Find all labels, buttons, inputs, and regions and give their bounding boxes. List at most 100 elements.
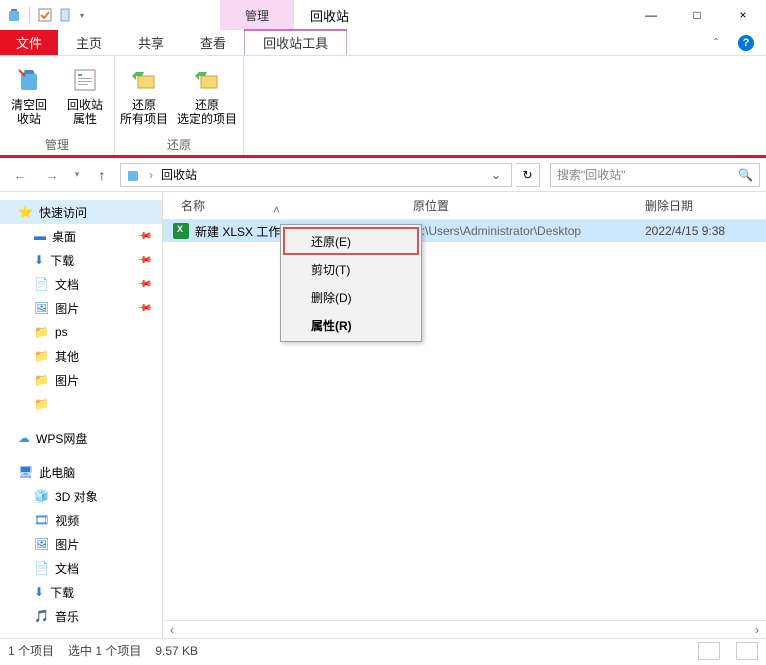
sidebar-item-pictures[interactable]: 🖼 图片 📌 — [0, 296, 162, 320]
sidebar-item-3d[interactable]: 🧊3D 对象 — [0, 484, 162, 508]
search-box[interactable]: 搜索"回收站" 🔍 — [550, 163, 760, 187]
recycle-bin-icon[interactable] — [5, 6, 23, 24]
folder-icon: 📁 — [34, 349, 49, 363]
search-icon[interactable]: 🔍 — [738, 168, 753, 182]
sidebar-item-music[interactable]: 🎵音乐 — [0, 604, 162, 628]
restore-selected-button[interactable]: 还原 选定的项目 — [177, 60, 237, 134]
sidebar-item-documents2[interactable]: 📄文档 — [0, 556, 162, 580]
contextual-tab-header: 管理 — [220, 0, 294, 30]
scroll-left-icon[interactable]: ‹ — [163, 623, 181, 637]
title-bar: ▾ 管理 回收站 — □ × — [0, 0, 766, 30]
properties-icon — [69, 64, 101, 96]
file-name: 新建 XLSX 工作表 — [195, 223, 292, 240]
address-dropdown-icon[interactable]: ⌄ — [485, 168, 507, 182]
picture-icon: 🖼 — [34, 301, 49, 315]
sidebar-item-downloads2[interactable]: ⬇下载 — [0, 580, 162, 604]
ribbon-collapse-icon[interactable]: ˆ — [706, 30, 726, 55]
forward-button[interactable]: → — [38, 161, 66, 189]
file-date-cell: 2022/4/15 9:38 — [635, 224, 766, 238]
sidebar-item-documents[interactable]: 📄文档📌 — [0, 272, 162, 296]
restore-selected-label: 还原 选定的项目 — [177, 98, 237, 126]
context-menu-restore[interactable]: 还原(E) — [283, 227, 419, 255]
sidebar-label: 桌面 — [52, 228, 76, 245]
column-original-location[interactable]: 原位置 — [395, 197, 627, 214]
file-list-pane: 名称 原位置 删除日期 新建 XLSX 工作表 C:\Users\Adminis… — [163, 192, 766, 638]
content-area: ⭐快速访问 ▬桌面📌 ⬇下载📌 📄文档📌 🖼图片📌 📁ps 📁其他 📁图片 📁 … — [0, 192, 766, 638]
sidebar-label: 3D 对象 — [55, 488, 98, 505]
sidebar-item-wps[interactable]: ☁WPS网盘 — [0, 426, 162, 450]
recycle-bin-tools-tab[interactable]: 回收站工具 — [244, 30, 347, 55]
chevron-right-icon[interactable]: › — [145, 168, 157, 182]
restore-all-label: 还原 所有项目 — [120, 98, 168, 126]
qat-dropdown-icon[interactable]: ▾ — [76, 11, 88, 20]
navigation-pane: ⭐快速访问 ▬桌面📌 ⬇下载📌 📄文档📌 🖼图片📌 📁ps 📁其他 📁图片 📁 … — [0, 192, 163, 638]
thumbnails-view-button[interactable] — [736, 642, 758, 660]
status-selected-count: 选中 1 个项目 — [68, 642, 141, 659]
sidebar-item-pictures2[interactable]: 📁图片 — [0, 368, 162, 392]
sidebar-item-downloads[interactable]: ⬇下载📌 — [0, 248, 162, 272]
address-location[interactable]: 回收站 — [161, 166, 197, 183]
sidebar-item-pictures3[interactable]: 🖼 图片 — [0, 532, 162, 556]
column-name[interactable]: 名称 — [163, 197, 395, 214]
sidebar-label: 图片 — [55, 536, 79, 553]
recent-dropdown-icon[interactable]: ▾ — [70, 161, 84, 189]
file-list[interactable]: 新建 XLSX 工作表 C:\Users\Administrator\Deskt… — [163, 220, 766, 620]
document-icon[interactable] — [56, 6, 74, 24]
context-menu-properties[interactable]: 属性(R) — [283, 311, 419, 339]
scroll-right-icon[interactable]: › — [748, 623, 766, 637]
file-tab[interactable]: 文件 — [0, 30, 58, 55]
sidebar-label: 图片 — [55, 300, 79, 317]
sidebar-item-ps[interactable]: 📁ps — [0, 320, 162, 344]
cloud-icon: ☁ — [18, 431, 30, 445]
details-view-button[interactable] — [698, 642, 720, 660]
file-row[interactable]: 新建 XLSX 工作表 C:\Users\Administrator\Deskt… — [163, 220, 766, 242]
sidebar-label: 下载 — [50, 584, 74, 601]
sidebar-item-quick-access[interactable]: ⭐快速访问 — [0, 200, 162, 224]
checkbox-icon[interactable] — [36, 6, 54, 24]
help-button[interactable]: ? — [726, 30, 766, 55]
pin-icon: 📌 — [135, 300, 152, 317]
restore-all-icon — [128, 64, 160, 96]
window-title: 回收站 — [310, 6, 349, 25]
sidebar-item-blank[interactable]: 📁 — [0, 392, 162, 416]
maximize-button[interactable]: □ — [674, 0, 720, 30]
empty-bin-icon — [13, 64, 45, 96]
restore-all-button[interactable]: 还原 所有项目 — [121, 60, 167, 134]
status-size: 9.57 KB — [155, 644, 198, 658]
help-icon: ? — [738, 35, 754, 51]
context-menu-delete[interactable]: 删除(D) — [283, 283, 419, 311]
ribbon-group-restore: 还原 所有项目 还原 选定的项目 还原 — [115, 56, 244, 155]
horizontal-scrollbar[interactable]: ‹ › — [163, 620, 766, 638]
search-placeholder: 搜索"回收站" — [557, 166, 626, 183]
close-button[interactable]: × — [720, 0, 766, 30]
up-button[interactable]: ↑ — [88, 161, 116, 189]
sidebar-item-this-pc[interactable]: 🖥此电脑 — [0, 460, 162, 484]
quick-access-toolbar: ▾ — [0, 6, 88, 24]
properties-label: 回收站 属性 — [67, 98, 103, 126]
column-headers: 名称 原位置 删除日期 — [163, 192, 766, 220]
home-tab[interactable]: 主页 — [58, 30, 120, 55]
back-button[interactable]: ← — [6, 161, 34, 189]
minimize-button[interactable]: — — [628, 0, 674, 30]
picture-icon: 🖼 — [34, 537, 49, 551]
address-bar[interactable]: › 回收站 ⌄ — [120, 163, 512, 187]
empty-recycle-bin-button[interactable]: 清空回 收站 — [6, 60, 52, 134]
qat-separator — [29, 7, 30, 23]
folder-icon: 📁 — [34, 373, 49, 387]
share-tab[interactable]: 共享 — [120, 30, 182, 55]
sidebar-label: 文档 — [55, 560, 79, 577]
context-menu-cut[interactable]: 剪切(T) — [283, 255, 419, 283]
music-icon: 🎵 — [34, 609, 49, 623]
sidebar-label: 文档 — [55, 276, 79, 293]
view-tab[interactable]: 查看 — [182, 30, 244, 55]
sidebar-label: 快速访问 — [39, 204, 87, 221]
sidebar-item-other[interactable]: 📁其他 — [0, 344, 162, 368]
status-item-count: 1 个项目 — [8, 642, 54, 659]
column-date-deleted[interactable]: 删除日期 — [627, 197, 766, 214]
refresh-button[interactable]: ↻ — [516, 163, 540, 187]
sidebar-label: ps — [55, 325, 68, 339]
recycle-bin-properties-button[interactable]: 回收站 属性 — [62, 60, 108, 134]
sidebar-item-video[interactable]: 🎞视频 — [0, 508, 162, 532]
pin-icon: 📌 — [135, 276, 152, 293]
sidebar-item-desktop[interactable]: ▬桌面📌 — [0, 224, 162, 248]
